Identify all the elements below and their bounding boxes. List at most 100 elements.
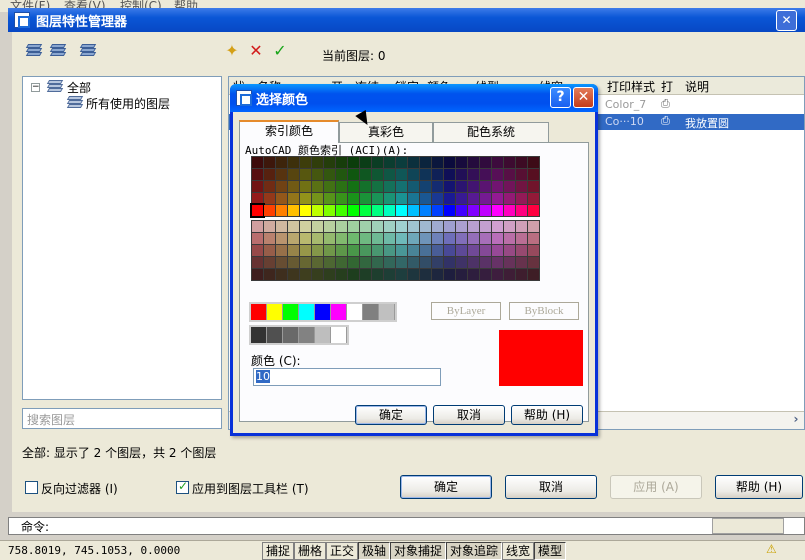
tree-node-used-layers[interactable]: 所有使用的图层 [86, 95, 170, 112]
tab-true-color[interactable]: 真彩色 [339, 122, 433, 142]
aci-swatch[interactable] [348, 205, 359, 216]
aci-swatch[interactable] [444, 157, 455, 168]
aci-swatch[interactable] [276, 221, 287, 232]
aci-swatch[interactable] [516, 169, 527, 180]
gray-color-swatch[interactable] [315, 327, 331, 343]
apply-toolbar-checkbox[interactable] [176, 479, 189, 494]
aci-swatch[interactable] [420, 257, 431, 268]
aci-swatch[interactable] [324, 269, 335, 280]
aci-swatch[interactable] [396, 233, 407, 244]
aci-swatch[interactable] [300, 205, 311, 216]
byblock-button[interactable]: ByBlock [509, 302, 579, 320]
aci-swatch[interactable] [250, 203, 265, 218]
dialog-ok-button[interactable]: 确定 [355, 405, 427, 425]
aci-swatch[interactable] [492, 269, 503, 280]
aci-swatch[interactable] [420, 269, 431, 280]
aci-swatch[interactable] [492, 169, 503, 180]
aci-swatch[interactable] [336, 193, 347, 204]
aci-swatch[interactable] [456, 257, 467, 268]
aci-swatch[interactable] [468, 193, 479, 204]
aci-swatch[interactable] [336, 269, 347, 280]
bylayer-button[interactable]: ByLayer [431, 302, 501, 320]
aci-swatch[interactable] [300, 169, 311, 180]
aci-swatch[interactable] [360, 193, 371, 204]
gray-color-swatch[interactable] [251, 327, 267, 343]
aci-swatch[interactable] [480, 221, 491, 232]
aci-swatch[interactable] [300, 269, 311, 280]
aci-swatch[interactable] [336, 169, 347, 180]
aci-swatch[interactable] [252, 269, 263, 280]
standard-color-swatch[interactable] [347, 304, 363, 320]
aci-swatch[interactable] [480, 233, 491, 244]
aci-swatch[interactable] [300, 257, 311, 268]
standard-color-swatch[interactable] [379, 304, 395, 320]
aci-swatch[interactable] [384, 193, 395, 204]
aci-swatch[interactable] [528, 221, 539, 232]
aci-swatch[interactable] [432, 193, 443, 204]
tree-expander[interactable]: − [31, 83, 40, 92]
new-group-filter-icon[interactable] [46, 40, 70, 62]
aci-swatch[interactable] [468, 181, 479, 192]
aci-swatch[interactable] [456, 157, 467, 168]
aci-swatch[interactable] [372, 181, 383, 192]
aci-swatch[interactable] [492, 205, 503, 216]
aci-swatch[interactable] [312, 205, 323, 216]
aci-swatch[interactable] [264, 233, 275, 244]
aci-swatch[interactable] [324, 193, 335, 204]
dialog-help-button[interactable]: ? [550, 87, 571, 108]
aci-swatch[interactable] [264, 257, 275, 268]
aci-swatch[interactable] [324, 221, 335, 232]
aci-swatch[interactable] [408, 181, 419, 192]
command-scrollbar[interactable] [712, 518, 784, 534]
aci-swatch[interactable] [384, 233, 395, 244]
aci-swatch[interactable] [468, 221, 479, 232]
aci-swatch[interactable] [420, 233, 431, 244]
aci-swatch[interactable] [288, 169, 299, 180]
filter-tree[interactable]: − 全部 所有使用的图层 [22, 76, 222, 400]
help-button[interactable]: 帮助 (H) [715, 475, 803, 499]
aci-swatch[interactable] [372, 221, 383, 232]
osnap-toggle[interactable]: 对象捕捉 [390, 542, 447, 560]
aci-swatch[interactable] [528, 269, 539, 280]
aci-swatch[interactable] [324, 157, 335, 168]
aci-swatch[interactable] [348, 269, 359, 280]
aci-swatch[interactable] [444, 233, 455, 244]
aci-swatch[interactable] [432, 221, 443, 232]
aci-swatch[interactable] [408, 233, 419, 244]
aci-swatch[interactable] [480, 257, 491, 268]
aci-swatch[interactable] [276, 269, 287, 280]
aci-swatch[interactable] [360, 269, 371, 280]
aci-swatch[interactable] [480, 181, 491, 192]
aci-swatch[interactable] [372, 257, 383, 268]
aci-swatch[interactable] [504, 169, 515, 180]
aci-swatch[interactable] [276, 193, 287, 204]
gray-color-swatch[interactable] [283, 327, 299, 343]
aci-swatch[interactable] [516, 157, 527, 168]
aci-swatch[interactable] [384, 169, 395, 180]
aci-swatch[interactable] [276, 257, 287, 268]
aci-swatch[interactable] [504, 205, 515, 216]
aci-swatch[interactable] [456, 193, 467, 204]
aci-swatch[interactable] [336, 257, 347, 268]
aci-swatch[interactable] [444, 181, 455, 192]
aci-swatch[interactable] [456, 221, 467, 232]
dialog-cancel-button[interactable]: 取消 [433, 405, 505, 425]
aci-swatch[interactable] [252, 221, 263, 232]
aci-swatch[interactable] [312, 257, 323, 268]
aci-swatch[interactable] [456, 245, 467, 256]
aci-swatch[interactable] [528, 233, 539, 244]
aci-swatch[interactable] [504, 181, 515, 192]
aci-swatch[interactable] [468, 257, 479, 268]
aci-swatch[interactable] [420, 221, 431, 232]
standard-color-swatch[interactable] [315, 304, 331, 320]
gray-color-swatch[interactable] [299, 327, 315, 343]
aci-swatch[interactable] [468, 169, 479, 180]
aci-swatch[interactable] [336, 157, 347, 168]
aci-swatch[interactable] [348, 257, 359, 268]
aci-swatch[interactable] [276, 169, 287, 180]
aci-swatch[interactable] [348, 221, 359, 232]
set-current-icon[interactable]: ✓ [268, 40, 292, 62]
aci-swatch[interactable] [300, 221, 311, 232]
aci-swatch[interactable] [252, 257, 263, 268]
aci-swatch[interactable] [432, 269, 443, 280]
